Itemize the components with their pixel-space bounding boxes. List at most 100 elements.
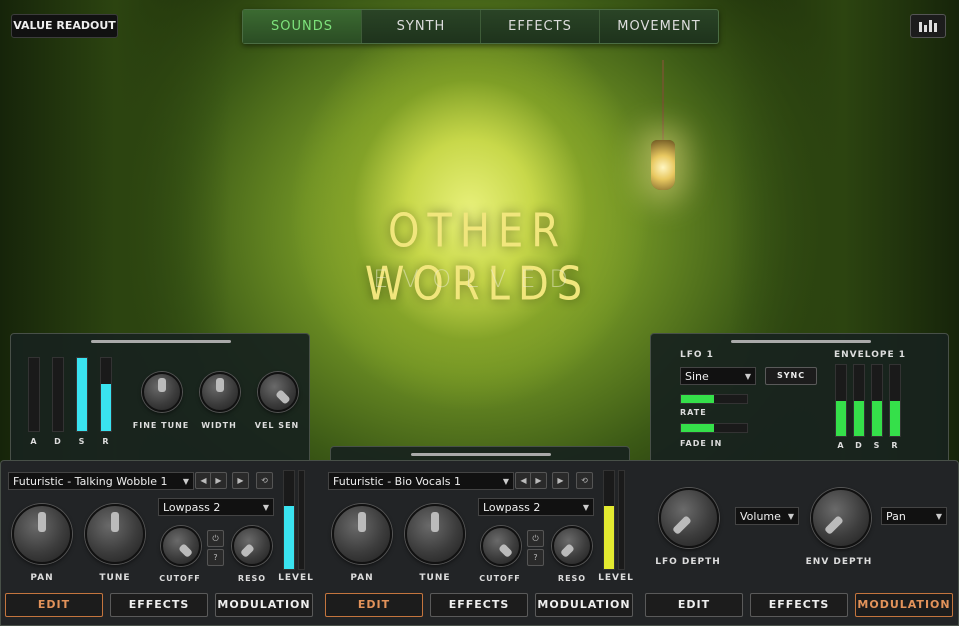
env-release-label: R — [891, 441, 899, 450]
chevron-down-icon: ▼ — [935, 512, 942, 521]
lantern-chain — [662, 60, 664, 140]
mod-modulation-button[interactable]: MODULATION — [855, 593, 953, 617]
env-attack-slider[interactable] — [835, 364, 847, 437]
tab-sounds[interactable]: SOUNDS — [243, 10, 362, 43]
knob-pointer — [239, 543, 255, 559]
chevron-down-icon: ▼ — [502, 477, 509, 486]
lfo-depth-knob[interactable] — [659, 488, 719, 548]
play-icon[interactable]: ▶ — [232, 472, 249, 489]
lfo-waveform-select[interactable]: Sine ▼ — [680, 367, 756, 385]
level-fill — [284, 506, 294, 569]
tune-label: TUNE — [419, 573, 451, 583]
power-icon[interactable]: ⏻ — [527, 530, 544, 547]
layer-2-tune-knob[interactable] — [405, 504, 465, 564]
attack-label: A — [30, 437, 38, 446]
help-icon[interactable]: ? — [527, 549, 544, 566]
sustain-slider[interactable] — [76, 357, 88, 432]
filter-name: Lowpass 2 — [163, 501, 221, 514]
knob-pointer — [358, 512, 366, 532]
next-preset-button[interactable]: ▶ — [210, 472, 227, 489]
layer-2-effects-button[interactable]: EFFECTS — [430, 593, 528, 617]
panel-drag-handle[interactable] — [91, 340, 231, 343]
cutoff-label: CUTOFF — [159, 574, 201, 583]
knob-pointer — [824, 515, 844, 535]
layer-2-pan-knob[interactable] — [332, 504, 392, 564]
knob-pointer — [111, 512, 119, 532]
tab-movement[interactable]: MOVEMENT — [600, 10, 718, 43]
value-readout: VALUE READOUT — [11, 14, 118, 38]
rate-fill — [681, 395, 714, 403]
layer-1-effects-button[interactable]: EFFECTS — [110, 593, 208, 617]
layer-1-reso-knob[interactable] — [232, 526, 272, 566]
env-decay-slider[interactable] — [853, 364, 865, 437]
level-fill — [604, 506, 614, 569]
decay-label: D — [54, 437, 62, 446]
layer-2-preset-select[interactable]: Futuristic - Bio Vocals 1 ▼ — [328, 472, 514, 490]
preset-name: Futuristic - Bio Vocals 1 — [333, 475, 461, 488]
sync-button[interactable]: SYNC — [765, 367, 817, 385]
chevron-down-icon: ▼ — [787, 512, 794, 521]
output-meter-button[interactable] — [910, 14, 946, 38]
knob-pointer — [275, 389, 291, 405]
env-target-select[interactable]: Pan ▼ — [881, 507, 947, 525]
env-release-slider[interactable] — [889, 364, 901, 437]
waveform-value: Sine — [685, 370, 709, 383]
layer-2-cutoff-knob[interactable] — [481, 526, 521, 566]
layer-1-level-slider[interactable] — [283, 470, 295, 570]
knob-pointer — [158, 378, 166, 392]
layer-2-level-slider[interactable] — [603, 470, 615, 570]
env-target-value: Pan — [886, 510, 906, 523]
pan-label: PAN — [350, 573, 374, 583]
layer-2-edit-button[interactable]: EDIT — [325, 593, 423, 617]
layer-1-cutoff-knob[interactable] — [161, 526, 201, 566]
fine-tune-knob[interactable] — [142, 372, 182, 412]
layer-2-reso-knob[interactable] — [552, 526, 592, 566]
decay-slider[interactable] — [52, 357, 64, 432]
mod-effects-button[interactable]: EFFECTS — [750, 593, 848, 617]
loop-icon[interactable]: ⟲ — [256, 472, 273, 489]
layer-1-preset-select[interactable]: Futuristic - Talking Wobble 1 ▼ — [8, 472, 194, 490]
bar-meter-icon — [934, 23, 937, 32]
knob-pointer — [178, 543, 194, 559]
env-depth-label: ENV DEPTH — [805, 557, 873, 567]
layer-2-modulation-button[interactable]: MODULATION — [535, 593, 633, 617]
tune-label: TUNE — [99, 573, 131, 583]
panel-drag-handle[interactable] — [411, 453, 551, 456]
width-knob[interactable] — [200, 372, 240, 412]
env-decay-label: D — [855, 441, 863, 450]
lantern-icon — [651, 140, 675, 190]
env-attack-fill — [836, 400, 846, 436]
help-icon[interactable]: ? — [207, 549, 224, 566]
vel-sen-knob[interactable] — [258, 372, 298, 412]
env-depth-knob[interactable] — [811, 488, 871, 548]
env-sustain-fill — [872, 400, 882, 436]
lfo-depth-label: LFO DEPTH — [655, 557, 721, 567]
play-icon[interactable]: ▶ — [552, 472, 569, 489]
next-preset-button[interactable]: ▶ — [530, 472, 547, 489]
layer-1-edit-button[interactable]: EDIT — [5, 593, 103, 617]
power-icon[interactable]: ⏻ — [207, 530, 224, 547]
env-sustain-slider[interactable] — [871, 364, 883, 437]
rate-slider[interactable] — [680, 394, 748, 404]
panel-drag-handle[interactable] — [731, 340, 871, 343]
attack-slider[interactable] — [28, 357, 40, 432]
lfo-target-select[interactable]: Volume ▼ — [735, 507, 799, 525]
width-label: WIDTH — [201, 421, 237, 430]
layer-1-filter-select[interactable]: Lowpass 2 ▼ — [158, 498, 274, 516]
layer-1-pan-knob[interactable] — [12, 504, 72, 564]
tab-synth[interactable]: SYNTH — [362, 10, 481, 43]
level-label: LEVEL — [278, 573, 314, 583]
tab-effects[interactable]: EFFECTS — [481, 10, 600, 43]
mod-edit-button[interactable]: EDIT — [645, 593, 743, 617]
release-slider[interactable] — [100, 357, 112, 432]
loop-icon[interactable]: ⟲ — [576, 472, 593, 489]
fade-in-slider[interactable] — [680, 423, 748, 433]
env-attack-label: A — [837, 441, 845, 450]
knob-pointer — [672, 515, 692, 535]
layer-1-modulation-button[interactable]: MODULATION — [215, 593, 313, 617]
pan-label: PAN — [30, 573, 54, 583]
layer-1-tune-knob[interactable] — [85, 504, 145, 564]
layer-2-filter-select[interactable]: Lowpass 2 ▼ — [478, 498, 594, 516]
layer-2-level-meter — [618, 470, 625, 570]
env-sustain-label: S — [873, 441, 881, 450]
